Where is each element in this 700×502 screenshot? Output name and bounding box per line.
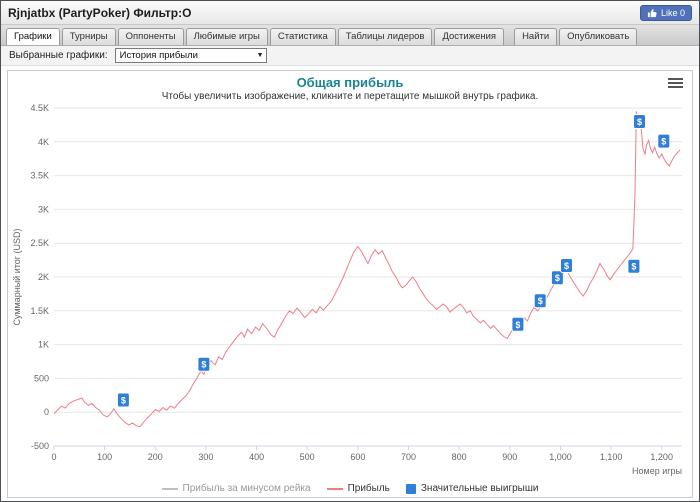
x-tick-label: 1,200 xyxy=(650,452,673,462)
x-tick-label: 800 xyxy=(452,452,467,462)
significant-win-marker[interactable]: $ xyxy=(627,258,641,274)
graph-select-label: Выбранные графики: xyxy=(9,50,108,61)
svg-text:$: $ xyxy=(661,137,666,147)
significant-win-marker[interactable]: $ xyxy=(511,316,525,332)
tab-statistics[interactable]: Статистика xyxy=(269,28,336,45)
tab-opponents[interactable]: Оппоненты xyxy=(117,28,184,45)
legend-label: Прибыль за минусом рейка xyxy=(182,483,311,494)
app-window: Rjnjatbx (PartyPoker) Фильтр:О Like 0 Гр… xyxy=(0,0,700,502)
tab-achievements[interactable]: Достижения xyxy=(434,28,505,45)
svg-text:$: $ xyxy=(121,396,126,406)
chart-subtitle: Чтобы увеличить изображение, кликните и … xyxy=(161,91,539,102)
tab-leaderboards[interactable]: Таблицы лидеров xyxy=(337,28,433,45)
legend-line-swatch xyxy=(326,487,343,490)
facebook-like-button[interactable]: Like 0 xyxy=(639,4,692,21)
svg-text:$: $ xyxy=(564,261,569,271)
y-tick-label: 3K xyxy=(38,204,49,214)
y-axis-title: Суммарный итог (USD) xyxy=(12,228,22,325)
legend-item[interactable]: Прибыль за минусом рейка xyxy=(161,483,311,494)
y-tick-label: 1K xyxy=(38,340,49,350)
y-tick-label: 500 xyxy=(34,373,49,383)
legend-line-swatch xyxy=(161,487,178,490)
y-tick-label: 4.5K xyxy=(30,103,49,113)
page-header: Rjnjatbx (PartyPoker) Фильтр:О Like 0 xyxy=(1,1,699,25)
x-tick-label: 1,000 xyxy=(549,452,572,462)
chart-menu-icon[interactable] xyxy=(668,78,683,90)
chart-title: Общая прибыль xyxy=(296,75,404,90)
x-axis-title: Номер игры xyxy=(632,466,682,476)
x-tick-label: 500 xyxy=(300,452,315,462)
x-tick-label: 100 xyxy=(97,452,112,462)
svg-text:$: $ xyxy=(515,320,520,330)
chart-legend: Прибыль за минусом рейка Прибыль Значитель… xyxy=(8,480,692,497)
legend-label: Прибыль xyxy=(347,483,390,494)
legend-item[interactable]: Прибыль xyxy=(326,483,390,494)
legend-label: Значительные выигрыши xyxy=(420,483,539,494)
tab-graphs[interactable]: Графики xyxy=(6,28,60,45)
significant-win-marker[interactable]: $ xyxy=(657,133,671,149)
x-tick-label: 600 xyxy=(350,452,365,462)
x-tick-label: 300 xyxy=(198,452,213,462)
y-tick-label: 4K xyxy=(38,137,49,147)
x-tick-label: 700 xyxy=(401,452,416,462)
chevron-down-icon: ▼ xyxy=(256,52,264,59)
profit-line-series xyxy=(53,111,681,428)
significant-win-marker[interactable]: $ xyxy=(116,392,130,408)
svg-text:$: $ xyxy=(538,296,543,306)
thumbs-up-icon xyxy=(647,8,657,17)
legend-item[interactable]: Значительные выигрыши xyxy=(405,483,539,494)
x-tick-label: 1,100 xyxy=(600,452,623,462)
tab-tournaments[interactable]: Турниры xyxy=(61,28,116,45)
y-tick-label: 0 xyxy=(44,407,49,417)
significant-win-marker[interactable]: $ xyxy=(197,356,211,372)
significant-win-marker[interactable]: $ xyxy=(560,258,573,273)
tab-bar: Графики Турниры Оппоненты Любимые игры Стати… xyxy=(1,25,699,46)
graph-select[interactable]: История прибыли ▼ xyxy=(114,48,267,63)
graph-select-value: История прибыли xyxy=(119,50,198,61)
x-tick-label: 0 xyxy=(51,452,56,462)
tab-favorite-games[interactable]: Любимые игры xyxy=(185,28,268,45)
legend-square-swatch xyxy=(405,483,416,494)
y-tick-label: -500 xyxy=(31,441,49,451)
y-tick-label: 1.5K xyxy=(30,306,49,316)
svg-text:$: $ xyxy=(637,117,642,127)
x-tick-label: 900 xyxy=(502,452,517,462)
svg-text:$: $ xyxy=(201,360,206,370)
x-tick-label: 200 xyxy=(148,452,163,462)
like-label: Like 0 xyxy=(660,7,685,18)
svg-text:$: $ xyxy=(555,273,560,283)
tab-find[interactable]: Найти xyxy=(514,28,558,45)
y-tick-label: 2.5K xyxy=(30,238,49,248)
x-tick-label: 400 xyxy=(249,452,264,462)
svg-text:$: $ xyxy=(631,262,636,272)
y-tick-label: 3.5K xyxy=(30,171,49,181)
profit-chart[interactable]: -50005001K1.5K2K2.5K3K3.5K4K4.5K0 100 200 3… xyxy=(8,102,692,480)
filter-row: Выбранные графики: История прибыли ▼ xyxy=(1,46,699,66)
player-title: Rjnjatbx (PartyPoker) Фильтр:О xyxy=(8,5,192,20)
y-tick-label: 2K xyxy=(38,272,49,282)
chart-panel: Общая прибыль Чтобы увеличить изображени… xyxy=(7,70,693,498)
tab-publish[interactable]: Опубликовать xyxy=(559,28,638,45)
significant-win-marker[interactable]: $ xyxy=(533,293,547,309)
significant-win-marker[interactable]: $ xyxy=(633,114,646,129)
